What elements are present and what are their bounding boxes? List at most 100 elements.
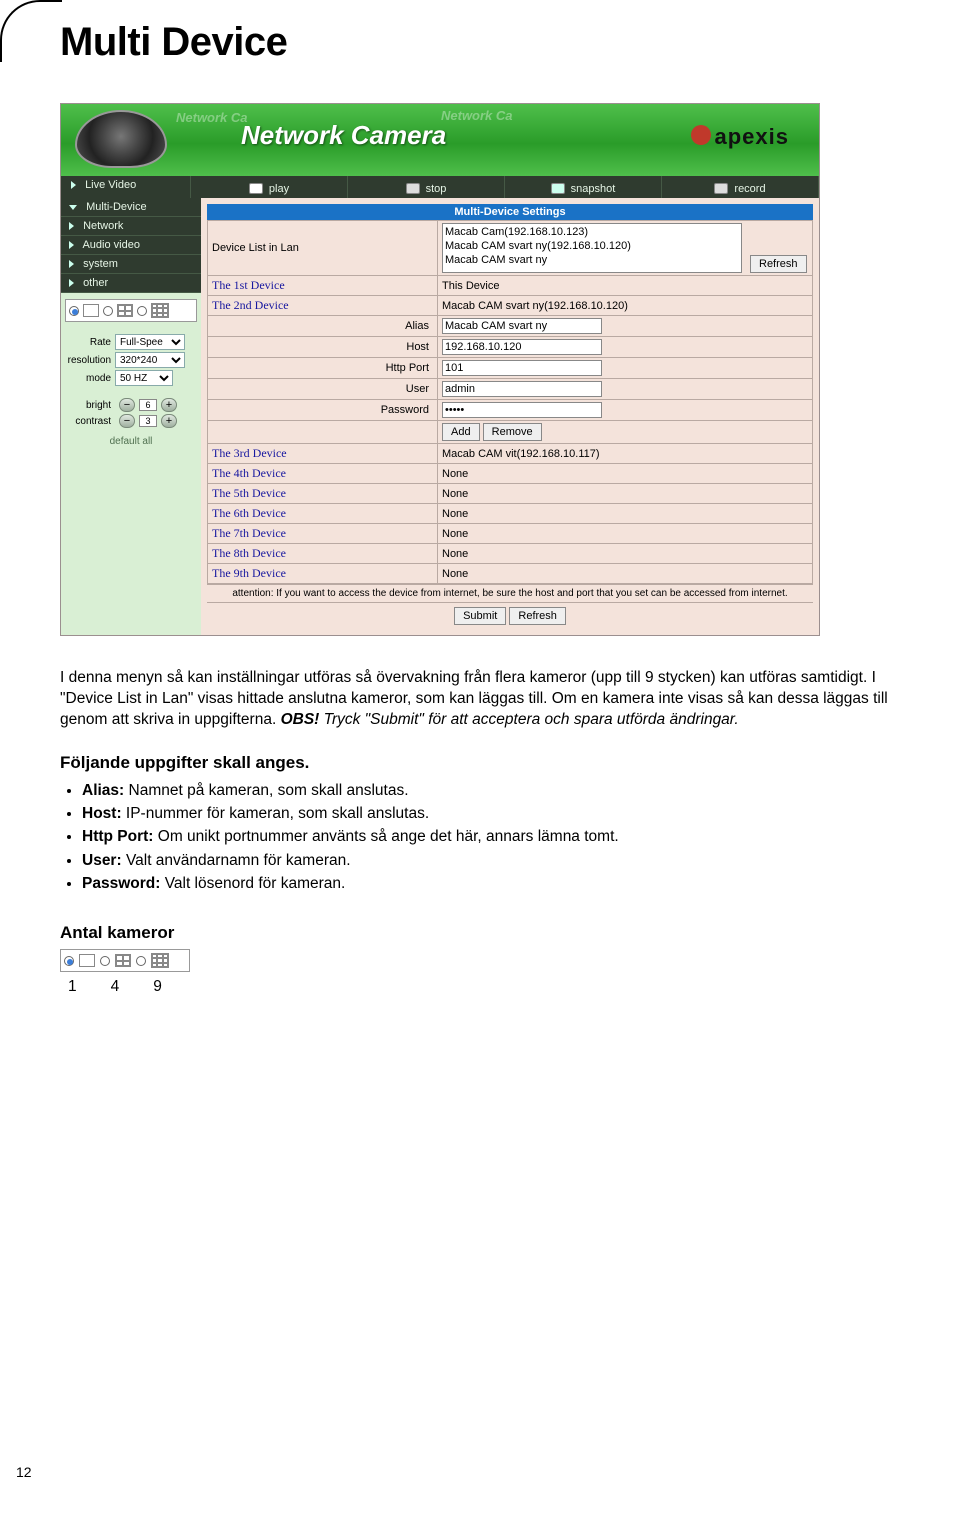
device-3-label[interactable]: The 3rd Device	[208, 444, 438, 464]
toolbar-label: record	[734, 183, 765, 195]
layout-1-icon[interactable]	[83, 304, 99, 317]
settings-screenshot: Network Ca Network Camera Network Ca ape…	[60, 103, 820, 636]
antal-4: 4	[111, 978, 120, 996]
sidebar-item-label: Audio video	[82, 239, 140, 251]
layout-4-radio[interactable]	[100, 956, 110, 966]
list-item: Alias: Namnet på kameran, som skall ansl…	[82, 779, 900, 802]
toolbar-label: stop	[426, 183, 447, 195]
sidebar-item-audio-video[interactable]: Audio video	[61, 236, 201, 255]
http-port-input[interactable]	[442, 360, 602, 376]
sidebar-item-network[interactable]: Network	[61, 217, 201, 236]
user-input[interactable]	[442, 381, 602, 397]
contrast-minus-button[interactable]: −	[119, 414, 135, 428]
host-input[interactable]	[442, 339, 602, 355]
resolution-select[interactable]: 320*240	[115, 352, 185, 368]
list-item: Password: Valt lösenord för kameran.	[82, 872, 900, 895]
antal-1: 1	[68, 978, 77, 996]
device-list-label: Device List in Lan	[208, 221, 438, 276]
bright-label: bright	[65, 400, 115, 411]
play-icon	[249, 183, 263, 194]
layout-1-radio[interactable]	[69, 306, 79, 316]
layout-1-radio[interactable]	[64, 956, 74, 966]
device-5-value: None	[438, 484, 813, 504]
antal-layout-chooser	[60, 949, 190, 972]
refresh-button[interactable]: Refresh	[750, 255, 807, 273]
control-panel: Rate Full-Spee resolution 320*240 mode 5…	[61, 328, 201, 459]
layout-4-icon[interactable]	[117, 304, 133, 317]
stop-icon	[406, 183, 420, 194]
chevron-right-icon	[69, 279, 74, 287]
rate-select[interactable]: Full-Spee	[115, 334, 185, 350]
brand-logo: apexis	[691, 124, 790, 150]
password-input[interactable]	[442, 402, 602, 418]
sidebar-item-label: system	[83, 258, 118, 270]
snapshot-icon	[551, 183, 565, 194]
default-all-link[interactable]: default all	[65, 436, 197, 447]
device-list-box[interactable]: Macab Cam(192.168.10.123) Macab CAM svar…	[442, 223, 742, 273]
banner-ghost-text: Network Ca	[176, 110, 248, 125]
toolbar-play[interactable]: play	[191, 176, 348, 198]
mode-select[interactable]: 50 HZ	[115, 370, 173, 386]
toolbar-live-video[interactable]: Live Video	[61, 176, 191, 198]
antal-9: 9	[153, 978, 162, 996]
device-4-label[interactable]: The 4th Device	[208, 464, 438, 484]
layout-chooser	[65, 299, 197, 322]
antal-numbers: 1 4 9	[68, 978, 900, 996]
banner-ghost-text-2: Network Ca	[441, 108, 513, 123]
toolbar-snapshot[interactable]: snapshot	[505, 176, 662, 198]
chevron-right-icon	[69, 241, 74, 249]
device-6-label[interactable]: The 6th Device	[208, 504, 438, 524]
layout-4-radio[interactable]	[103, 306, 113, 316]
contrast-label: contrast	[65, 416, 115, 427]
toolbar-stop[interactable]: stop	[348, 176, 505, 198]
sidebar-item-multi-device[interactable]: Multi-Device	[61, 198, 201, 217]
intro-paragraph: I denna menyn så kan inställningar utför…	[60, 668, 900, 731]
toolbar-label: Live Video	[85, 179, 136, 191]
sidebar-item-system[interactable]: system	[61, 255, 201, 274]
layout-9-icon[interactable]	[151, 303, 169, 318]
device-7-label[interactable]: The 7th Device	[208, 524, 438, 544]
submit-button[interactable]: Submit	[454, 607, 506, 625]
bright-plus-button[interactable]: +	[161, 398, 177, 412]
panel-heading: Multi-Device Settings	[207, 204, 813, 220]
sidebar-item-label: other	[83, 277, 108, 289]
mode-label: mode	[65, 373, 115, 384]
layout-9-radio[interactable]	[136, 956, 146, 966]
device-2-label[interactable]: The 2nd Device	[208, 296, 438, 316]
main-panel: Multi-Device Settings Device List in Lan…	[201, 198, 819, 635]
caret-right-icon	[71, 181, 76, 189]
layout-4-icon[interactable]	[115, 954, 131, 967]
fields-subhead: Följande uppgifter skall anges.	[60, 753, 900, 773]
contrast-plus-button[interactable]: +	[161, 414, 177, 428]
layout-1-icon[interactable]	[79, 954, 95, 967]
sidebar: Multi-Device Network Audio video system	[61, 198, 201, 635]
toolbar-record[interactable]: record	[662, 176, 819, 198]
device-5-label[interactable]: The 5th Device	[208, 484, 438, 504]
host-label: Host	[208, 337, 438, 358]
sidebar-item-other[interactable]: other	[61, 274, 201, 293]
remove-button[interactable]: Remove	[483, 423, 542, 441]
layout-9-radio[interactable]	[137, 306, 147, 316]
chevron-right-icon	[69, 260, 74, 268]
device-9-label[interactable]: The 9th Device	[208, 564, 438, 584]
rate-label: Rate	[65, 337, 115, 348]
list-item[interactable]: Macab CAM svart ny(192.168.10.120)	[445, 239, 739, 253]
device-4-value: None	[438, 464, 813, 484]
device-7-value: None	[438, 524, 813, 544]
device-6-value: None	[438, 504, 813, 524]
device-8-label[interactable]: The 8th Device	[208, 544, 438, 564]
list-item[interactable]: Macab CAM svart ny	[445, 253, 739, 267]
device-3-value: Macab CAM vit(192.168.10.117)	[438, 444, 813, 464]
alias-input[interactable]	[442, 318, 602, 334]
record-icon	[714, 183, 728, 194]
bright-minus-button[interactable]: −	[119, 398, 135, 412]
camera-image	[75, 110, 167, 168]
add-button[interactable]: Add	[442, 423, 480, 441]
toolbar: Live Video play stop snapshot record	[61, 176, 819, 198]
list-item[interactable]: Macab Cam(192.168.10.123)	[445, 225, 739, 239]
bright-value: 6	[139, 399, 157, 411]
refresh-bottom-button[interactable]: Refresh	[509, 607, 566, 625]
device-1-value: This Device	[438, 276, 813, 296]
list-item: User: Valt användarnamn för kameran.	[82, 849, 900, 872]
layout-9-icon[interactable]	[151, 953, 169, 968]
